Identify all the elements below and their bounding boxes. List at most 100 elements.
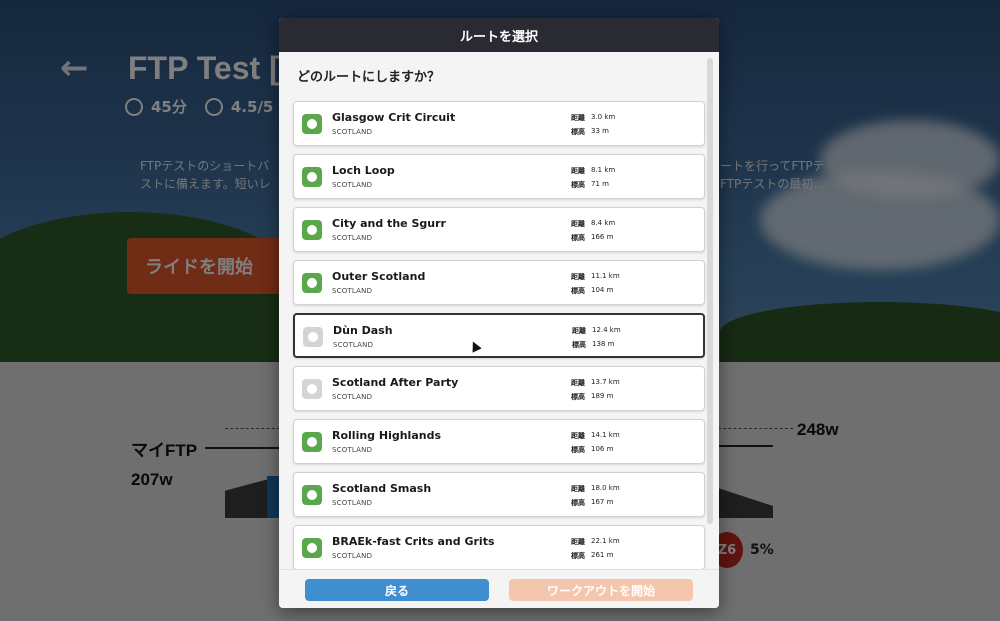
route-name: Outer Scotland (332, 270, 426, 283)
route-region: SCOTLAND (332, 128, 373, 136)
badge-dot (307, 384, 317, 394)
route-card[interactable]: Outer Scotland SCOTLAND 距離 11.1 km 標高 104 m (293, 260, 705, 305)
badge-dot (308, 332, 318, 342)
route-card[interactable]: Rolling Highlands SCOTLAND 距離 14.1 km 標高 106 … (293, 419, 705, 464)
elevation-value: 167 m (591, 498, 614, 506)
distance-key: 距離 (572, 327, 586, 335)
badge-dot (307, 437, 317, 447)
dialog-title: ルートを選択 (279, 18, 719, 52)
route-badge-icon (302, 379, 322, 399)
route-card[interactable]: Loch Loop SCOTLAND 距離 8.1 km 標高 71 m (293, 154, 705, 199)
route-elevation: 標高 71 m (571, 180, 609, 190)
elevation-key: 標高 (571, 181, 585, 189)
route-distance: 距離 12.4 km (572, 326, 621, 336)
badge-dot (307, 172, 317, 182)
route-region: SCOTLAND (332, 499, 373, 507)
elevation-value: 71 m (591, 180, 609, 188)
route-region: SCOTLAND (332, 234, 373, 242)
distance-key: 距離 (571, 379, 585, 387)
distance-key: 距離 (571, 167, 585, 175)
elevation-value: 261 m (591, 551, 614, 559)
back-button[interactable]: 戻る (305, 579, 489, 601)
dialog-question: どのルートにしますか？ (297, 70, 441, 85)
elevation-key: 標高 (571, 234, 585, 242)
route-distance: 距離 8.1 km (571, 166, 615, 176)
distance-value: 3.0 km (591, 113, 616, 121)
route-distance: 距離 22.1 km (571, 537, 620, 547)
distance-value: 22.1 km (591, 537, 620, 545)
route-card[interactable]: BRAEk-fast Crits and Grits SCOTLAND 距離 22.1… (293, 525, 705, 570)
distance-key: 距離 (571, 538, 585, 546)
route-distance: 距離 3.0 km (571, 113, 615, 123)
route-region: SCOTLAND (333, 341, 374, 349)
route-elevation: 標高 167 m (571, 498, 613, 508)
route-elevation: 標高 104 m (571, 286, 613, 296)
distance-value: 11.1 km (591, 272, 620, 280)
route-elevation: 標高 261 m (571, 551, 613, 561)
distance-key: 距離 (571, 273, 585, 281)
route-badge-icon (302, 273, 322, 293)
route-name: Scotland Smash (332, 482, 432, 495)
route-name: Loch Loop (332, 164, 395, 177)
route-badge-icon (302, 538, 322, 558)
route-elevation: 標高 33 m (571, 127, 609, 137)
badge-dot (307, 543, 317, 553)
elevation-key: 標高 (571, 287, 585, 295)
route-card[interactable]: Scotland After Party SCOTLAND 距離 13.7 km 標高 1… (293, 366, 705, 411)
route-badge-icon (302, 114, 322, 134)
distance-key: 距離 (571, 485, 585, 493)
elevation-key: 標高 (571, 446, 585, 454)
route-card[interactable]: Glasgow Crit Circuit SCOTLAND 距離 3.0 km 標高 33… (293, 101, 705, 146)
route-distance: 距離 11.1 km (571, 272, 620, 282)
elevation-key: 標高 (571, 552, 585, 560)
dialog-footer: 戻る ワークアウトを開始 (279, 569, 719, 608)
badge-dot (307, 119, 317, 129)
route-name: Dùn Dash (333, 324, 393, 337)
route-card[interactable]: Scotland Smash SCOTLAND 距離 18.0 km 標高 167 m (293, 472, 705, 517)
route-badge-icon (303, 327, 323, 347)
route-region: SCOTLAND (332, 552, 373, 560)
route-name: Scotland After Party (332, 376, 459, 389)
route-elevation: 標高 138 m (572, 340, 614, 350)
scrollbar[interactable] (707, 58, 713, 524)
elevation-key: 標高 (572, 341, 586, 349)
route-elevation: 標高 189 m (571, 392, 613, 402)
route-elevation: 標高 106 m (571, 445, 613, 455)
route-name: Glasgow Crit Circuit (332, 111, 456, 124)
elevation-value: 138 m (592, 340, 615, 348)
elevation-value: 104 m (591, 286, 614, 294)
distance-value: 8.1 km (591, 166, 616, 174)
elevation-value: 33 m (591, 127, 609, 135)
route-name: Rolling Highlands (332, 429, 442, 442)
route-list: Glasgow Crit Circuit SCOTLAND 距離 3.0 km 標高 33… (293, 101, 705, 578)
start-workout-button[interactable]: ワークアウトを開始 (509, 579, 693, 601)
distance-key: 距離 (571, 220, 585, 228)
elevation-key: 標高 (571, 393, 585, 401)
route-badge-icon (302, 167, 322, 187)
elevation-key: 標高 (571, 499, 585, 507)
route-distance: 距離 8.4 km (571, 219, 615, 229)
distance-value: 12.4 km (592, 326, 621, 334)
distance-value: 8.4 km (591, 219, 616, 227)
route-badge-icon (302, 432, 322, 452)
route-card[interactable]: City and the Sgurr SCOTLAND 距離 8.4 km 標高 166 … (293, 207, 705, 252)
route-card[interactable]: Dùn Dash SCOTLAND 距離 12.4 km 標高 138 m (293, 313, 705, 358)
route-region: SCOTLAND (332, 446, 373, 454)
route-select-dialog: ルートを選択 どのルートにしますか？ Glasgow Crit Circuit S… (279, 18, 719, 608)
badge-dot (307, 278, 317, 288)
route-region: SCOTLAND (332, 393, 373, 401)
distance-value: 14.1 km (591, 431, 620, 439)
distance-value: 13.7 km (591, 378, 620, 386)
distance-key: 距離 (571, 114, 585, 122)
route-distance: 距離 14.1 km (571, 431, 620, 441)
route-name: City and the Sgurr (332, 217, 446, 230)
badge-dot (307, 225, 317, 235)
route-region: SCOTLAND (332, 287, 373, 295)
elevation-key: 標高 (571, 128, 585, 136)
route-name: BRAEk-fast Crits and Grits (332, 535, 495, 548)
route-region: SCOTLAND (332, 181, 373, 189)
elevation-value: 106 m (591, 445, 614, 453)
route-badge-icon (302, 220, 322, 240)
route-badge-icon (302, 485, 322, 505)
distance-key: 距離 (571, 432, 585, 440)
